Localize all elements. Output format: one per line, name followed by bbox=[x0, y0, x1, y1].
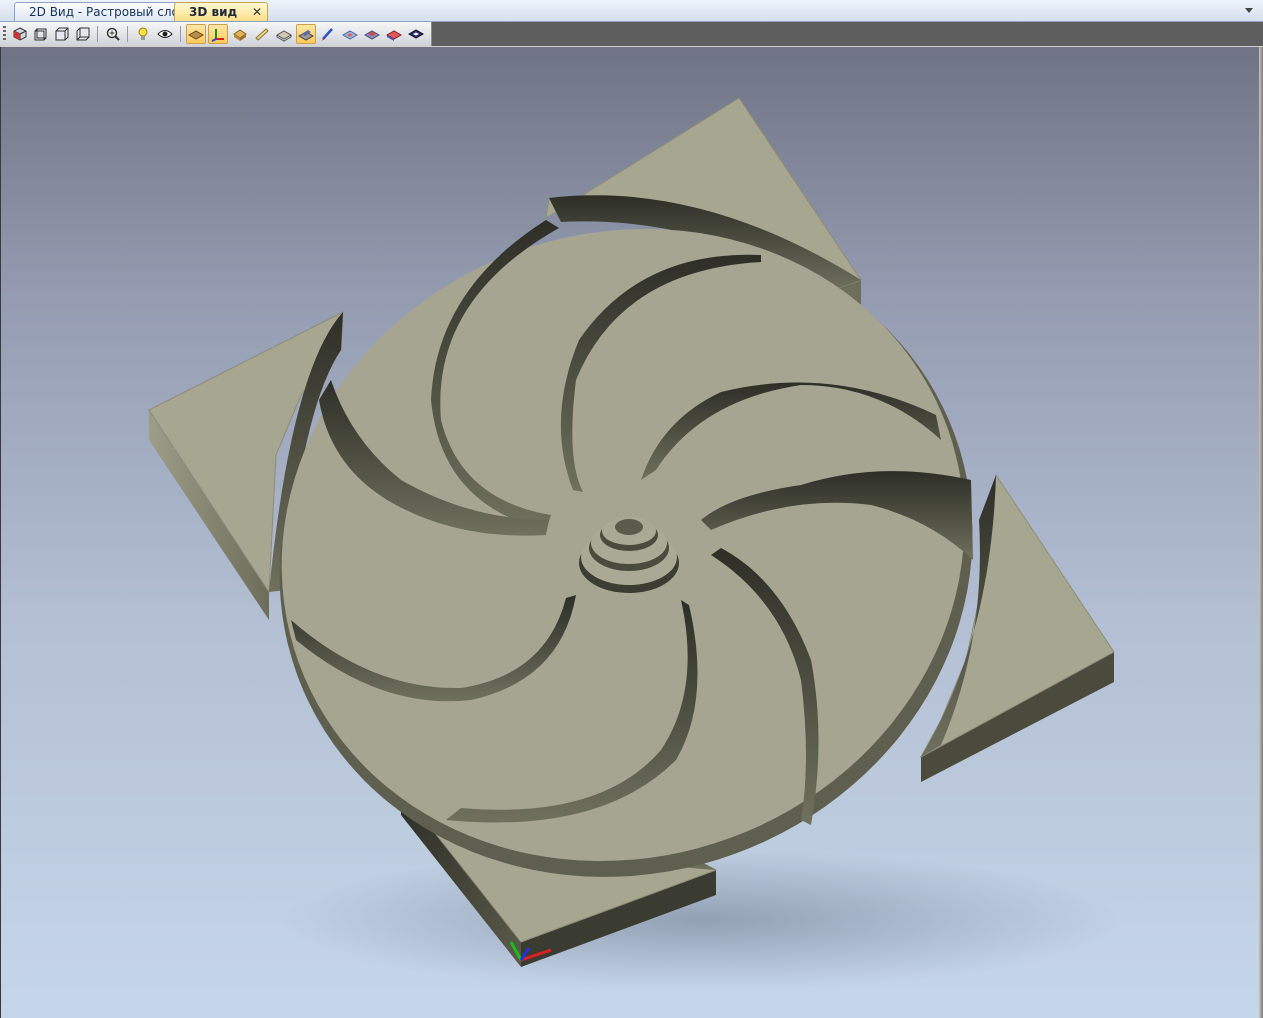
toolbar-separator bbox=[97, 26, 98, 42]
shaded-model-button[interactable] bbox=[296, 24, 316, 44]
layer-blend-icon bbox=[342, 30, 358, 40]
3d-viewport[interactable] bbox=[0, 47, 1260, 1018]
tab-3d-view[interactable]: 3D вид ✕ bbox=[174, 2, 268, 21]
impeller-3d-model bbox=[148, 97, 1121, 990]
red-blue-layer-icon bbox=[386, 30, 402, 41]
zoom-fit-icon bbox=[106, 27, 120, 41]
tab-2d-raster-view[interactable]: 2D Вид - Растровый слой bbox=[14, 2, 188, 21]
toolpath-button[interactable] bbox=[252, 24, 272, 44]
front-view-icon bbox=[55, 27, 69, 41]
tab-3d-label: 3D вид bbox=[189, 5, 238, 19]
tab-2d-label: 2D Вид - Растровый слой bbox=[29, 5, 187, 19]
top-view-icon bbox=[34, 28, 47, 41]
layer-blend-button[interactable] bbox=[340, 24, 360, 44]
brush-button[interactable] bbox=[318, 24, 338, 44]
axes-button[interactable] bbox=[208, 24, 228, 44]
toolpath-icon bbox=[255, 28, 269, 41]
view-toolbar bbox=[0, 22, 432, 46]
toolbar-grip[interactable] bbox=[3, 26, 6, 42]
viewport-right-border bbox=[1259, 47, 1263, 1018]
material-layer-icon bbox=[276, 30, 292, 42]
zoom-fit-button[interactable] bbox=[103, 24, 123, 44]
side-view-icon bbox=[76, 27, 90, 41]
shaded-relief-icon bbox=[188, 30, 204, 40]
diamond-layer-button[interactable] bbox=[406, 24, 426, 44]
toolbar-separator bbox=[127, 26, 128, 42]
iso-view-button[interactable] bbox=[10, 24, 30, 44]
chevron-down-icon[interactable] bbox=[1243, 3, 1255, 17]
toolbar-separator bbox=[180, 26, 181, 42]
top-view-button[interactable] bbox=[31, 24, 51, 44]
toolbar-row bbox=[0, 22, 1263, 46]
iso-view-icon bbox=[13, 27, 27, 41]
side-view-button[interactable] bbox=[73, 24, 93, 44]
shaded-relief-button[interactable] bbox=[186, 24, 206, 44]
view-eye-icon bbox=[157, 30, 173, 38]
material-block-icon bbox=[233, 29, 247, 41]
red-blue-layer-button[interactable] bbox=[384, 24, 404, 44]
axes-icon bbox=[211, 29, 224, 42]
diamond-layer-icon bbox=[408, 29, 424, 39]
shaded-model-icon bbox=[298, 30, 314, 41]
red-layer-button[interactable] bbox=[362, 24, 382, 44]
light-button[interactable] bbox=[133, 24, 153, 44]
front-view-button[interactable] bbox=[52, 24, 72, 44]
document-tab-bar: 2D Вид - Растровый слой 3D вид ✕ bbox=[0, 0, 1263, 22]
brush-icon bbox=[321, 28, 333, 41]
red-layer-icon bbox=[364, 30, 380, 40]
light-icon bbox=[138, 27, 148, 40]
view-eye-button[interactable] bbox=[155, 24, 175, 44]
close-icon[interactable]: ✕ bbox=[252, 3, 262, 21]
material-layer-button[interactable] bbox=[274, 24, 294, 44]
material-block-button[interactable] bbox=[230, 24, 250, 44]
